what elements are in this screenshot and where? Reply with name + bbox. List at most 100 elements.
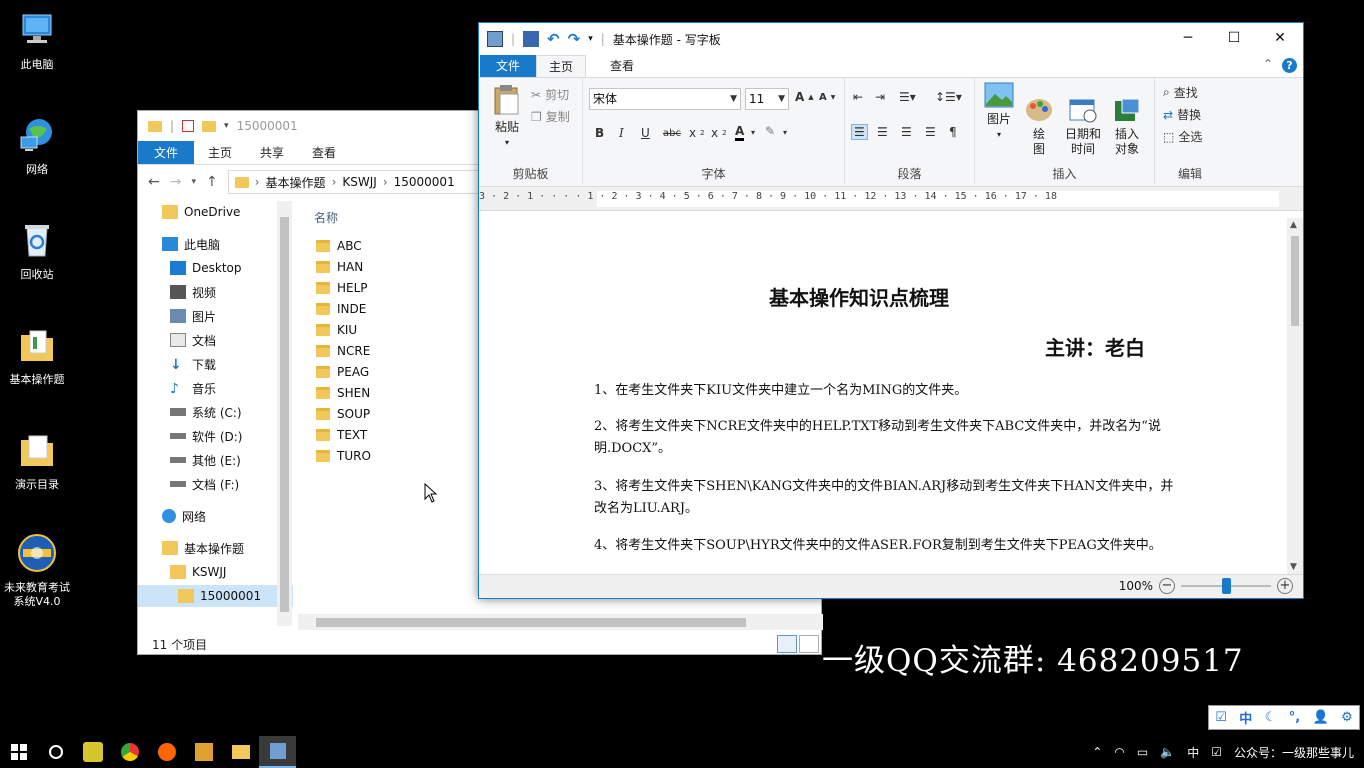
scroll-up-icon[interactable]: ▲ [1290, 220, 1297, 230]
save-icon[interactable] [523, 31, 540, 47]
redo-icon[interactable]: ↷ [568, 30, 581, 48]
nav-item-network[interactable]: 网络 [138, 505, 293, 527]
increase-indent-icon[interactable]: ⇥ [875, 90, 885, 104]
find-button[interactable]: ⌕ 查找 [1163, 84, 1198, 101]
desktop-icon-demo-folder[interactable]: 演示目录 [4, 430, 70, 492]
nav-item-drive-e[interactable]: 其他 (E:) [138, 449, 293, 471]
paste-button[interactable]: 粘贴 ▾ [487, 84, 527, 150]
properties-icon[interactable] [182, 120, 195, 132]
date-time-button[interactable]: 日期和 时间 [1061, 82, 1105, 172]
taskbar-app-wordpad[interactable] [259, 736, 296, 768]
chevron-down-icon[interactable]: ▾ [224, 121, 229, 131]
new-folder-icon[interactable] [202, 120, 217, 132]
strikethrough-icon[interactable]: abc [663, 128, 681, 139]
half-width-moon-icon[interactable]: ☾ [1265, 710, 1277, 725]
desktop-icon-this-pc[interactable]: 此电脑 [4, 10, 70, 72]
wifi-icon[interactable]: ◠ [1114, 745, 1124, 759]
list-item[interactable]: HAN [316, 257, 363, 277]
italic-icon[interactable]: I [619, 126, 624, 140]
tab-view[interactable]: 查看 [298, 141, 350, 164]
wordpad-titlebar[interactable]: | ↶ ↷ ▾ | 基本操作题 - 写字板 ─ ☐ ✕ [479, 23, 1303, 55]
breadcrumb-kswjj[interactable]: KSWJJ [342, 175, 376, 189]
chevron-down-icon[interactable]: ▾ [588, 34, 593, 44]
zoom-in-button[interactable]: + [1277, 578, 1293, 594]
nav-item-drive-f[interactable]: 文档 (F:) [138, 473, 293, 495]
punctuation-icon[interactable]: °, [1289, 710, 1300, 725]
nav-item-desktop[interactable]: Desktop [138, 257, 293, 279]
insert-picture-button[interactable]: 图片 ▾ [981, 82, 1017, 142]
nav-item-videos[interactable]: 视频 [138, 281, 293, 303]
scrollbar-thumb[interactable] [1291, 236, 1299, 326]
back-arrow-icon[interactable]: ← [148, 174, 160, 190]
help-icon[interactable]: ? [1282, 58, 1297, 73]
notification-icon[interactable]: ☑ [1211, 745, 1222, 759]
nav-item-drive-c[interactable]: 系统 (C:) [138, 401, 293, 423]
chevron-down-icon[interactable]: ▾ [751, 128, 755, 137]
desktop-icon-network[interactable]: 网络 [4, 115, 70, 177]
gear-icon[interactable]: ⚙ [1341, 710, 1353, 725]
insert-object-button[interactable]: 插入 对象 [1107, 82, 1147, 172]
zoom-slider-thumb[interactable] [1222, 578, 1231, 594]
tab-file[interactable]: 文件 [480, 55, 537, 77]
list-item[interactable]: KIU [316, 320, 357, 340]
column-header-name[interactable]: 名称 [314, 209, 338, 226]
list-item[interactable]: SOUP [316, 404, 370, 424]
collapse-ribbon-icon[interactable]: ⌃ [1263, 57, 1273, 71]
forward-arrow-icon[interactable]: → [170, 174, 182, 190]
copy-button[interactable]: ❐ 复制 [531, 108, 570, 125]
taskbar-app-media-player[interactable] [74, 736, 111, 768]
wordpad-app-icon[interactable] [487, 31, 503, 47]
justify-icon[interactable]: ☰ [925, 125, 936, 139]
battery-icon[interactable]: ▭ [1137, 745, 1148, 759]
nav-item-onedrive[interactable]: OneDrive [138, 201, 293, 223]
decrease-indent-icon[interactable]: ⇤ [853, 90, 863, 104]
up-arrow-icon[interactable]: ↑ [206, 174, 218, 190]
list-item[interactable]: TEXT [316, 425, 367, 445]
user-icon[interactable]: 👤 [1313, 710, 1329, 725]
cortana-button[interactable] [37, 736, 74, 768]
close-button[interactable]: ✕ [1257, 23, 1303, 53]
details-view-button[interactable] [777, 635, 797, 653]
tab-file[interactable]: 文件 [138, 141, 195, 164]
grow-font-icon[interactable]: A ▲ [795, 90, 814, 104]
list-item[interactable]: NCRE [316, 341, 370, 361]
underline-icon[interactable]: U [641, 126, 650, 140]
list-item[interactable]: INDE [316, 299, 366, 319]
list-item[interactable]: TURO [316, 446, 371, 466]
nav-item-drive-d[interactable]: 软件 (D:) [138, 425, 293, 447]
taskbar-app-chrome[interactable] [111, 736, 148, 768]
recent-locations-chevron-icon[interactable]: ▾ [191, 177, 196, 187]
cut-button[interactable]: ✂ 剪切 [531, 86, 569, 103]
font-color-icon[interactable]: A [735, 124, 745, 141]
tab-home[interactable]: 主页 [194, 141, 246, 164]
align-right-icon[interactable]: ☰ [901, 125, 912, 139]
wordpad-window[interactable]: | ↶ ↷ ▾ | 基本操作题 - 写字板 ─ ☐ ✕ 文件 主页 查看 ⌃ ? [478, 22, 1304, 599]
taskbar-app-file-explorer[interactable] [222, 736, 259, 768]
taskbar-app-tool[interactable] [185, 736, 222, 768]
paint-drawing-button[interactable]: 绘 图 [1021, 82, 1057, 172]
tab-share[interactable]: 共享 [246, 141, 298, 164]
chevron-up-icon[interactable]: ⌃ [1092, 745, 1102, 759]
line-spacing-icon[interactable]: ↕☰▾ [935, 90, 962, 104]
nav-item-this-pc[interactable]: 此电脑 [138, 233, 293, 255]
desktop-icon-exam-system[interactable]: 未来教育考试系统V4.0 [4, 533, 70, 609]
nav-item-documents[interactable]: 文档 [138, 329, 293, 351]
ime-settings-icon[interactable]: ☑ [1215, 710, 1227, 725]
scrollbar-thumb[interactable] [280, 217, 289, 612]
scrollbar-thumb[interactable] [316, 618, 746, 627]
tab-view[interactable]: 查看 [598, 55, 646, 77]
desktop-icon-recycle-bin[interactable]: 回收站 [4, 220, 70, 282]
ruler[interactable]: 3 · 2 · 1 · · · · 1 · 2 · 3 · 4 · 5 · 6 … [479, 187, 1303, 211]
list-item[interactable]: HELP [316, 278, 368, 298]
undo-icon[interactable]: ↶ [547, 30, 560, 48]
paragraph-settings-icon[interactable]: ¶ [949, 125, 957, 139]
file-list-horizontal-scrollbar[interactable] [298, 614, 823, 630]
list-item[interactable]: SHEN [316, 383, 370, 403]
taskbar-app-firefox[interactable] [148, 736, 185, 768]
chevron-down-icon[interactable]: ▾ [783, 128, 787, 137]
subscript-icon[interactable]: x2 [689, 126, 705, 140]
large-icons-view-button[interactable] [799, 635, 819, 653]
list-item[interactable]: PEAG [316, 362, 369, 382]
desktop-icon-basic-ops-folder[interactable]: 基本操作题 [4, 325, 70, 387]
shrink-font-icon[interactable]: A ▼ [819, 92, 835, 103]
